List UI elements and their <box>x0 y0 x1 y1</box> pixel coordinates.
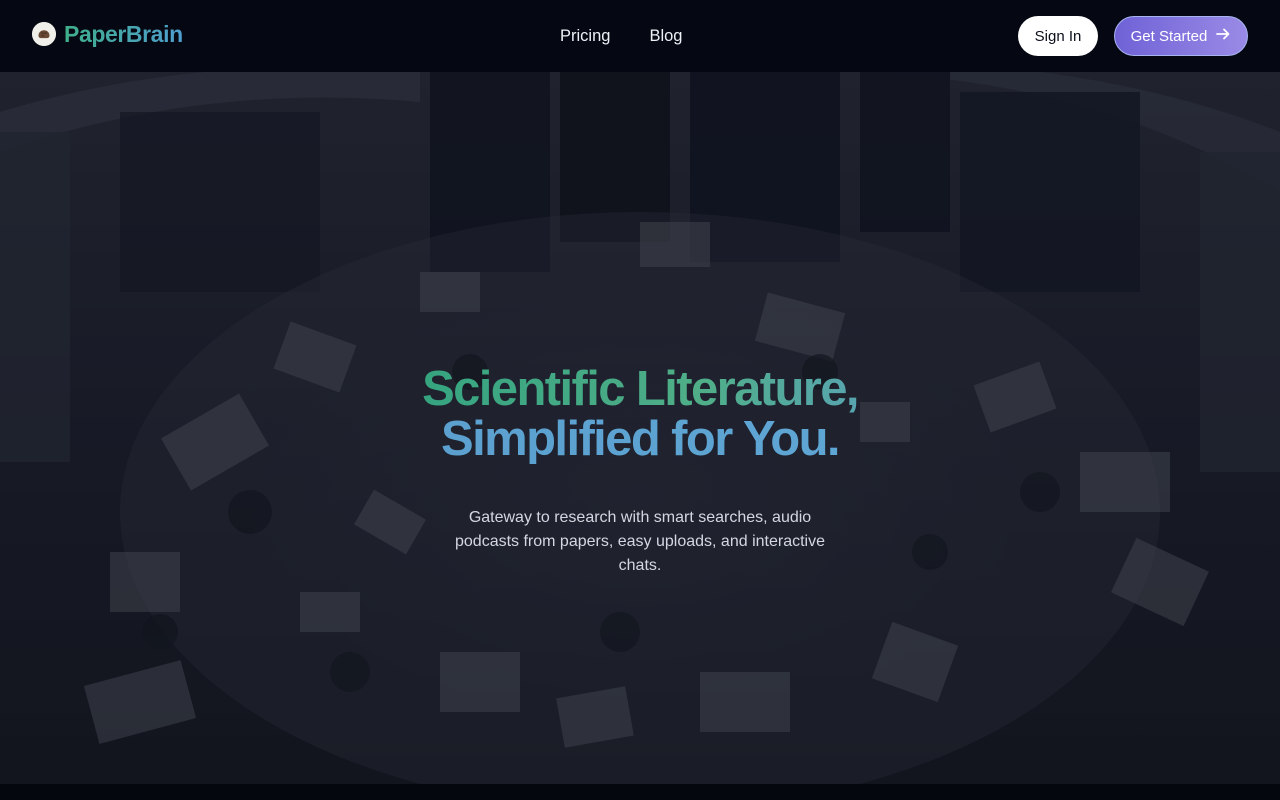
page: PaperBrain Pricing Blog Sign In Get Star… <box>0 0 1280 800</box>
page-bottom-strip <box>0 784 1280 800</box>
arrow-right-icon <box>1215 26 1231 46</box>
sign-in-label: Sign In <box>1034 27 1082 45</box>
brain-logo-icon <box>32 22 56 46</box>
hero-content: Scientific Literature, Simplified for Yo… <box>340 364 940 578</box>
get-started-label: Get Started <box>1130 27 1208 45</box>
primary-nav: Pricing Blog <box>560 24 682 48</box>
top-navbar: PaperBrain Pricing Blog Sign In Get Star… <box>0 0 1280 72</box>
brand-name: PaperBrain <box>64 20 183 47</box>
hero-section: Scientific Literature, Simplified for Yo… <box>0 72 1280 784</box>
get-started-button[interactable]: Get Started <box>1114 16 1248 56</box>
hero-title-line-1: Scientific Literature, <box>340 364 940 414</box>
hero-title: Scientific Literature, Simplified for Yo… <box>340 364 940 464</box>
hero-subtitle: Gateway to research with smart searches,… <box>455 509 825 574</box>
nav-link-blog[interactable]: Blog <box>649 24 682 48</box>
brand-home-link[interactable]: PaperBrain <box>32 20 183 48</box>
nav-link-pricing[interactable]: Pricing <box>560 24 610 48</box>
hero-title-line-2: Simplified for You. <box>340 414 940 464</box>
sign-in-button[interactable]: Sign In <box>1018 16 1098 56</box>
